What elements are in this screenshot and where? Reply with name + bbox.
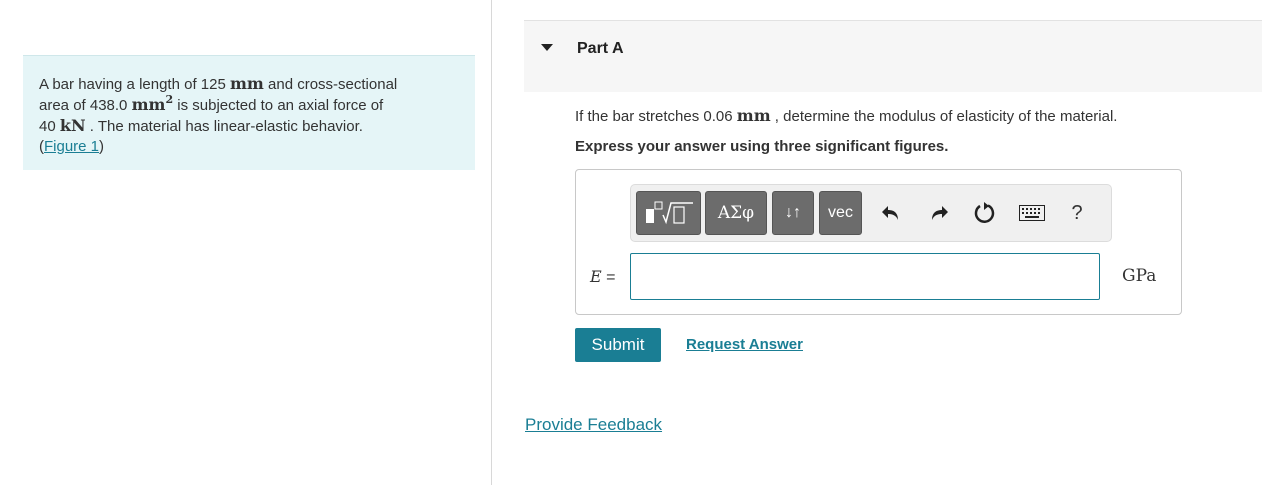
question-text: If the bar stretches 0.06 mm , determine… <box>575 106 1117 125</box>
area-unit-base: mm <box>131 95 166 114</box>
problem-line-3: 40 kN . The material has linear-elastic … <box>39 116 459 137</box>
collapse-caret-icon[interactable] <box>541 44 553 51</box>
submit-button[interactable]: Submit <box>575 328 661 362</box>
instruction-text: Express your answer using three signific… <box>575 138 949 155</box>
answer-box: ΑΣφ ↓↑ vec ? E = GPa <box>575 169 1182 315</box>
request-answer-link[interactable]: Request Answer <box>686 336 803 353</box>
undo-icon[interactable] <box>877 199 905 227</box>
question-text-post: , determine the modulus of elasticity of… <box>774 108 1118 125</box>
keyboard-icon[interactable] <box>1018 199 1046 227</box>
question-text-pre: If the bar stretches 0.06 <box>575 108 733 125</box>
variable-label: E = <box>590 267 615 287</box>
answer-input[interactable] <box>630 253 1100 300</box>
reset-icon-glyph <box>974 202 995 223</box>
keyboard-icon-glyph <box>1019 205 1045 221</box>
provide-feedback-link[interactable]: Provide Feedback <box>525 415 662 435</box>
problem-text: and cross-sectional <box>268 76 398 93</box>
templates-button[interactable] <box>636 191 701 235</box>
problem-text: area of 438.0 <box>39 97 128 114</box>
equals-sign: = <box>606 269 616 286</box>
help-icon[interactable]: ? <box>1063 199 1091 227</box>
force-unit: kN <box>59 116 86 135</box>
templates-icon <box>645 201 693 225</box>
stretch-unit: mm <box>736 106 771 125</box>
problem-text: is subjected to an axial force of <box>177 97 384 114</box>
area-unit: mm2 <box>131 93 174 114</box>
redo-icon-glyph <box>932 206 948 220</box>
problem-text: A bar having a length of 125 <box>39 76 226 93</box>
vector-button[interactable]: vec <box>819 191 862 235</box>
paren-close: ) <box>99 138 105 155</box>
units-label: GPa <box>1122 266 1157 286</box>
math-toolbar: ΑΣφ ↓↑ vec ? <box>630 184 1112 242</box>
variable-symbol: E <box>590 267 602 286</box>
area-unit-exponent: 2 <box>165 93 174 106</box>
problem-line-2: area of 438.0 mm2 is subjected to an axi… <box>39 93 459 116</box>
part-title: Part A <box>577 40 624 57</box>
figure-1-link[interactable]: Figure 1 <box>44 138 99 155</box>
problem-line-1: A bar having a length of 125 mm and cros… <box>39 74 459 95</box>
part-a-header[interactable]: Part A <box>524 20 1262 92</box>
force-value: 40 <box>39 118 56 135</box>
reset-icon[interactable] <box>971 199 999 227</box>
pane-divider <box>491 0 492 485</box>
redo-icon[interactable] <box>925 199 953 227</box>
problem-statement: A bar having a length of 125 mm and cros… <box>23 55 475 170</box>
problem-text: . The material has linear-elastic behavi… <box>89 118 363 135</box>
arrows-button[interactable]: ↓↑ <box>772 191 814 235</box>
problem-line-4: (Figure 1) <box>39 137 459 157</box>
greek-symbols-button[interactable]: ΑΣφ <box>705 191 767 235</box>
length-unit: mm <box>229 74 264 93</box>
undo-icon-glyph <box>882 206 898 220</box>
